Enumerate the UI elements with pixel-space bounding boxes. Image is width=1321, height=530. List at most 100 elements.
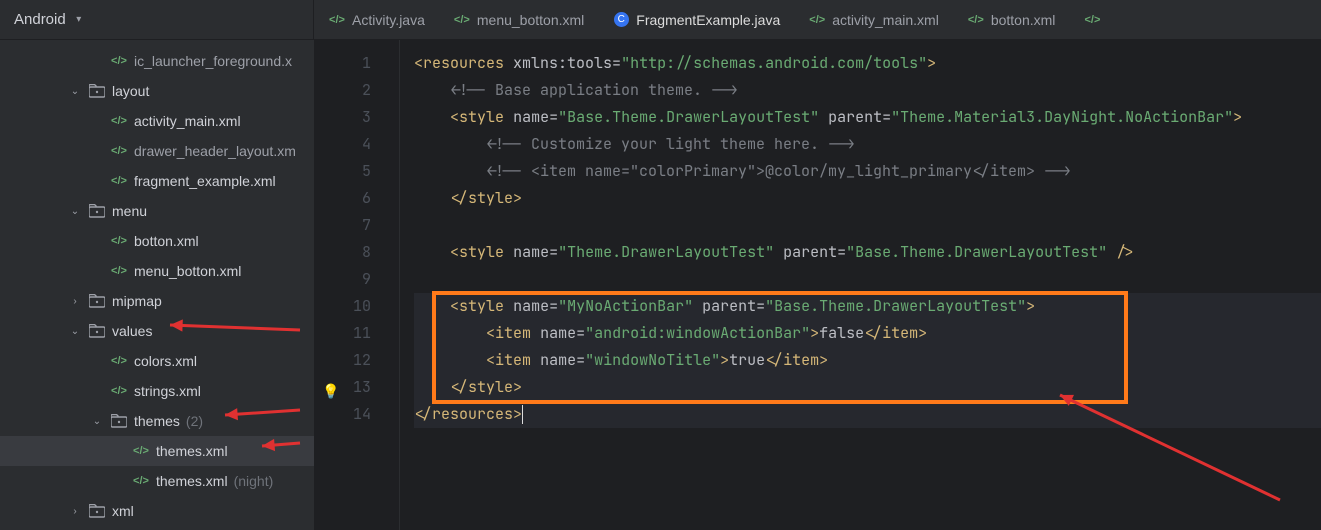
xml-file-icon: </> bbox=[132, 475, 150, 487]
tree-folder[interactable]: › mipmap bbox=[0, 286, 314, 316]
tree-label: colors.xml bbox=[134, 353, 197, 369]
tree-label: themes bbox=[134, 413, 180, 429]
chevron-down-icon[interactable]: ⌄ bbox=[68, 326, 82, 337]
line-number: 7 bbox=[324, 212, 371, 239]
tree-folder[interactable]: ⌄ values bbox=[0, 316, 314, 346]
line-number: 4 bbox=[324, 131, 371, 158]
tree-label: menu_botton.xml bbox=[134, 263, 241, 279]
xml-file-icon: </> bbox=[110, 355, 128, 367]
gutter: 1234567891011121314💡 bbox=[314, 40, 400, 530]
code-area[interactable]: <resources xmlns:tools="http://schemas.a… bbox=[400, 40, 1321, 530]
tree-suffix: (night) bbox=[234, 473, 274, 489]
editor-tab[interactable]: </> botton.xml bbox=[953, 0, 1070, 39]
code-line[interactable]: <style name="MyNoActionBar" parent="Base… bbox=[414, 293, 1321, 320]
editor-tab[interactable]: </> Activity.java bbox=[314, 0, 439, 39]
code-line[interactable]: <style name="Base.Theme.DrawerLayoutTest… bbox=[414, 104, 1321, 131]
code-line[interactable]: </resources> bbox=[414, 401, 1321, 428]
code-editor[interactable]: 1234567891011121314💡 <resources xmlns:to… bbox=[314, 40, 1321, 530]
tree-file[interactable]: </> themes.xml bbox=[0, 436, 314, 466]
project-selector[interactable]: Android ▾ bbox=[0, 0, 314, 39]
editor-tab[interactable]: </> bbox=[1069, 0, 1121, 39]
tab-bar: Android ▾ </> Activity.java </> menu_botton… bbox=[0, 0, 1321, 40]
tree-label: fragment_example.xml bbox=[134, 173, 276, 189]
xml-file-icon: </> bbox=[1083, 14, 1101, 26]
line-number: 1 bbox=[324, 50, 371, 77]
tree-label: menu bbox=[112, 203, 147, 219]
chevron-right-icon[interactable]: › bbox=[68, 506, 82, 517]
tree-file[interactable]: </>strings.xml bbox=[0, 376, 314, 406]
tree-file[interactable]: </> colors.xml bbox=[0, 346, 314, 376]
xml-file-icon: </> bbox=[110, 265, 128, 277]
xml-file-icon: </> bbox=[110, 55, 128, 67]
tree-label: drawer_header_layout.xm bbox=[134, 143, 296, 159]
xml-file-icon: </> bbox=[808, 14, 826, 26]
tree-label: themes.xml bbox=[156, 443, 228, 459]
tree-folder[interactable]: › xml bbox=[0, 496, 314, 526]
tree-label: layout bbox=[112, 83, 149, 99]
code-line[interactable]: <!-- Base application theme. --> bbox=[414, 77, 1321, 104]
tree-folder[interactable]: ⌄ menu bbox=[0, 196, 314, 226]
editor-tab[interactable]: CFragmentExample.java bbox=[598, 0, 794, 39]
line-number: 3 bbox=[324, 104, 371, 131]
xml-file-icon: </> bbox=[132, 445, 150, 457]
project-tree[interactable]: </> ic_launcher_foreground.x ⌄ layout </> act… bbox=[0, 40, 314, 530]
chevron-down-icon[interactable]: ⌄ bbox=[68, 86, 82, 97]
xml-file-icon: </> bbox=[967, 14, 985, 26]
code-line[interactable]: </style> bbox=[414, 374, 1321, 401]
line-number: 8 bbox=[324, 239, 371, 266]
line-number: 9 bbox=[324, 266, 371, 293]
tree-label: mipmap bbox=[112, 293, 162, 309]
xml-file-icon: </> bbox=[110, 145, 128, 157]
xml-file-icon: </> bbox=[328, 14, 346, 26]
project-selector-label: Android bbox=[14, 11, 66, 28]
code-line[interactable]: <item name="windowNoTitle">true</item> bbox=[414, 347, 1321, 374]
tree-file[interactable]: </> activity_main.xml bbox=[0, 106, 314, 136]
line-number: 11 bbox=[324, 320, 371, 347]
xml-file-icon: </> bbox=[110, 115, 128, 127]
editor-tabs: </> Activity.java </> menu_botton.xml CFragm… bbox=[314, 0, 1321, 39]
tree-label: botton.xml bbox=[134, 233, 199, 249]
code-line[interactable]: <style name="Theme.DrawerLayoutTest" par… bbox=[414, 239, 1321, 266]
tree-label: values bbox=[112, 323, 152, 339]
editor-tab[interactable]: </>activity_main.xml bbox=[794, 0, 953, 39]
tree-file[interactable]: </> botton.xml bbox=[0, 226, 314, 256]
tab-label: menu_botton.xml bbox=[477, 12, 584, 28]
tree-file[interactable]: </> menu_botton.xml bbox=[0, 256, 314, 286]
xml-file-icon: </> bbox=[453, 14, 471, 26]
code-line[interactable] bbox=[414, 266, 1321, 293]
tab-label: Activity.java bbox=[352, 12, 425, 28]
chevron-down-icon[interactable]: ⌄ bbox=[68, 206, 82, 217]
chevron-right-icon[interactable]: › bbox=[68, 296, 82, 307]
tree-file[interactable]: </> ic_launcher_foreground.x bbox=[0, 46, 314, 76]
code-line[interactable]: <!-- <item name="colorPrimary">@color/my… bbox=[414, 158, 1321, 185]
editor-tab[interactable]: </> menu_botton.xml bbox=[439, 0, 598, 39]
folder-icon bbox=[88, 504, 106, 518]
code-line[interactable] bbox=[414, 212, 1321, 239]
tree-suffix: (2) bbox=[186, 413, 203, 429]
chevron-down-icon[interactable]: ⌄ bbox=[90, 416, 104, 427]
code-line[interactable]: <!-- Customize your light theme here. --… bbox=[414, 131, 1321, 158]
line-number: 10 bbox=[324, 293, 371, 320]
tab-label: botton.xml bbox=[991, 12, 1056, 28]
chevron-down-icon: ▾ bbox=[72, 14, 86, 25]
code-line[interactable]: </style> bbox=[414, 185, 1321, 212]
caret bbox=[522, 405, 523, 424]
folder-icon bbox=[110, 414, 128, 428]
lightbulb-icon[interactable]: 💡 bbox=[322, 379, 339, 406]
line-number: 12 bbox=[324, 347, 371, 374]
folder-icon bbox=[88, 324, 106, 338]
tree-label: activity_main.xml bbox=[134, 113, 241, 129]
xml-file-icon: </> bbox=[110, 385, 128, 397]
tree-folder[interactable]: ⌄ layout bbox=[0, 76, 314, 106]
xml-file-icon: </> bbox=[110, 235, 128, 247]
tree-label: themes.xml bbox=[156, 473, 228, 489]
tree-label: ic_launcher_foreground.x bbox=[134, 53, 292, 69]
code-line[interactable]: <item name="android:windowActionBar">fal… bbox=[414, 320, 1321, 347]
code-line[interactable]: <resources xmlns:tools="http://schemas.a… bbox=[414, 50, 1321, 77]
tree-file[interactable]: </> drawer_header_layout.xm bbox=[0, 136, 314, 166]
tree-file[interactable]: </>fragment_example.xml bbox=[0, 166, 314, 196]
folder-icon bbox=[88, 84, 106, 98]
tree-label: xml bbox=[112, 503, 134, 519]
tree-folder[interactable]: ⌄ themes (2) bbox=[0, 406, 314, 436]
tree-file[interactable]: </> themes.xml (night) bbox=[0, 466, 314, 496]
